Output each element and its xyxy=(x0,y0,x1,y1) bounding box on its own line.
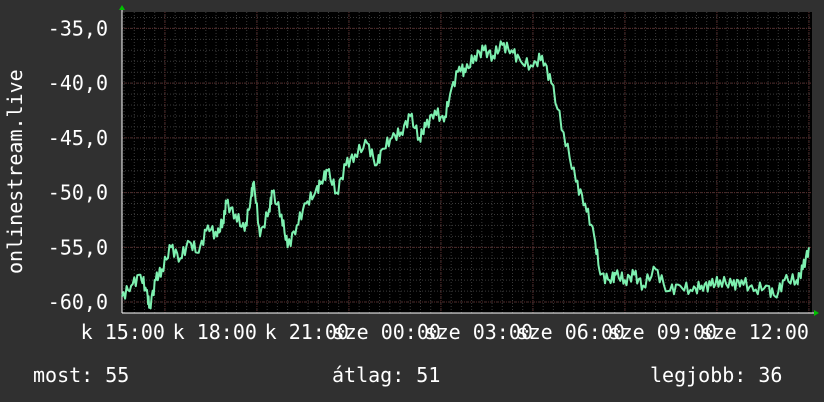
y-axis-label: onlinestream.live xyxy=(3,69,27,274)
line-chart: -35,0 -40,0 -45,0 -50,0 -55,0 -60,0 k 15:00 k 1… xyxy=(48,5,819,340)
chart-panel: -35,0 -40,0 -45,0 -50,0 -55,0 -60,0 k 15:00 k 1… xyxy=(0,0,824,402)
y-tick-label: -40,0 xyxy=(48,71,108,95)
average-value-stat: átlag: 51 xyxy=(332,363,441,387)
x-tick-label: k 18:00 xyxy=(173,320,257,340)
y-tick-label: -60,0 xyxy=(48,290,108,314)
best-value-stat: legjobb: 36 xyxy=(650,363,783,387)
x-axis-arrow xyxy=(814,310,819,316)
y-tick-label: -35,0 xyxy=(48,16,108,40)
plot-area xyxy=(122,12,812,313)
x-tick-label: k 15:00 xyxy=(81,320,165,340)
y-tick-label: -50,0 xyxy=(48,181,108,205)
y-tick-label: -45,0 xyxy=(48,126,108,150)
y-tick-label: -55,0 xyxy=(48,235,108,259)
y-axis-arrow xyxy=(119,5,125,10)
x-tick-label: sze 12:00 xyxy=(701,320,809,340)
current-value-stat: most: 55 xyxy=(33,363,130,387)
